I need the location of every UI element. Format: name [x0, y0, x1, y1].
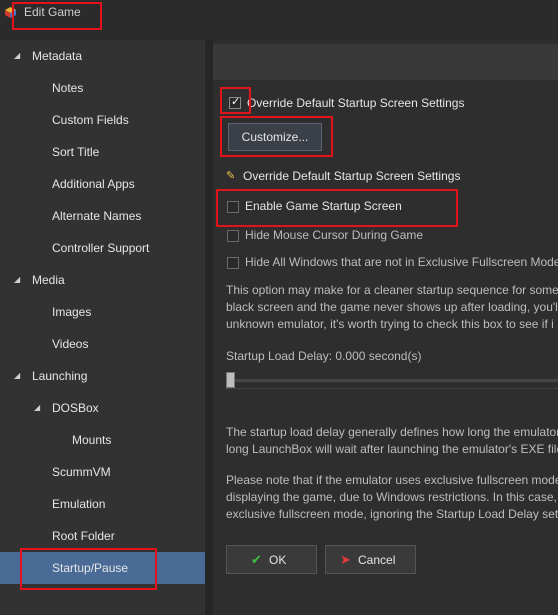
- sidebar-item-label: DOSBox: [52, 401, 99, 415]
- override-checkbox[interactable]: ✓: [229, 96, 241, 109]
- description-line: exclusive fullscreen mode, ignoring the …: [226, 507, 558, 521]
- expand-arrow-icon[interactable]: ◢: [14, 360, 20, 392]
- hide-cursor-label: Hide Mouse Cursor During Game: [245, 228, 424, 242]
- description-line: unknown emulator, it's worth trying to c…: [226, 317, 554, 331]
- description-line: long LaunchBox will wait after launching…: [226, 442, 558, 456]
- cancel-button[interactable]: ➤ Cancel: [325, 545, 416, 574]
- description-line: black screen and the game never shows up…: [226, 300, 558, 314]
- startup-delay-slider-thumb[interactable]: [226, 372, 235, 388]
- sidebar-item-label: Launching: [32, 369, 88, 383]
- startup-delay-slider-track[interactable]: [226, 379, 558, 382]
- sidebar-item-videos[interactable]: Videos: [0, 328, 205, 360]
- description-line: displaying the game, due to Windows rest…: [226, 490, 557, 504]
- expand-arrow-icon[interactable]: ◢: [14, 40, 20, 72]
- content-header: [213, 44, 558, 80]
- sidebar-item-launching[interactable]: ◢ Launching: [0, 360, 205, 392]
- sidebar-item-custom-fields[interactable]: Custom Fields: [0, 104, 205, 136]
- expand-arrow-icon[interactable]: ◢: [14, 264, 20, 296]
- enable-startup-label: Enable Game Startup Screen: [245, 199, 402, 213]
- enable-startup-checkbox[interactable]: [227, 201, 239, 213]
- sidebar-item-label: Controller Support: [52, 241, 150, 255]
- sidebar-item-label: Alternate Names: [52, 209, 142, 223]
- hide-cursor-checkbox[interactable]: [227, 230, 239, 242]
- startup-delay-label: Startup Load Delay: 0.000 second(s): [226, 349, 422, 363]
- pencil-icon: ✎: [226, 170, 236, 182]
- sidebar-item-root-folder[interactable]: Root Folder: [0, 520, 205, 552]
- sidebar-item-label: Videos: [52, 337, 89, 351]
- sidebar-item-label: Startup/Pause: [52, 561, 129, 575]
- sidebar-item-dosbox[interactable]: ◢ DOSBox: [0, 392, 205, 424]
- sidebar-item-label: Media: [32, 273, 65, 287]
- description-line: The startup load delay generally defines…: [226, 425, 558, 439]
- sidebar-item-label: Metadata: [32, 49, 83, 63]
- sidebar-item-label: Images: [52, 305, 92, 319]
- cancel-icon: ➤: [340, 552, 351, 567]
- sidebar-item-label: Root Folder: [52, 529, 115, 543]
- sidebar-item-alternate-names[interactable]: Alternate Names: [0, 200, 205, 232]
- sidebar-item-mounts[interactable]: Mounts: [0, 424, 205, 456]
- window-title: Edit Game: [24, 5, 81, 19]
- slider-ticks: [226, 388, 558, 393]
- check-icon: ✔: [251, 552, 262, 567]
- customize-button[interactable]: Customize...: [228, 123, 322, 151]
- sidebar-item-notes[interactable]: Notes: [0, 72, 205, 104]
- hide-windows-checkbox[interactable]: [227, 257, 239, 269]
- sidebar-item-label: Mounts: [72, 433, 112, 447]
- checkmark-icon: ✓: [231, 96, 241, 108]
- description-line: Please note that if the emulator uses ex…: [226, 473, 558, 487]
- sidebar-item-startup-pause[interactable]: Startup/Pause: [0, 552, 205, 584]
- expand-arrow-icon[interactable]: ◢: [34, 392, 40, 424]
- sidebar-item-label: Custom Fields: [52, 113, 129, 127]
- sidebar-item-controller-support[interactable]: Controller Support: [0, 232, 205, 264]
- sidebar-item-media[interactable]: ◢ Media: [0, 264, 205, 296]
- sidebar-item-emulation[interactable]: Emulation: [0, 488, 205, 520]
- sidebar-item-label: Additional Apps: [52, 177, 135, 191]
- sidebar-item-label: Sort Title: [52, 145, 100, 159]
- title-bar: Edit Game: [0, 0, 558, 34]
- sidebar-item-label: Notes: [52, 81, 84, 95]
- override-label-2: Override Default Startup Screen Settings: [243, 169, 461, 183]
- sidebar-item-images[interactable]: Images: [0, 296, 205, 328]
- sidebar-item-metadata[interactable]: ◢ Metadata: [0, 40, 205, 72]
- sidebar-item-label: ScummVM: [52, 465, 111, 479]
- cancel-label: Cancel: [358, 553, 396, 567]
- sidebar-item-label: Emulation: [52, 497, 106, 511]
- ok-button[interactable]: ✔ OK: [226, 545, 317, 574]
- ok-label: OK: [269, 553, 287, 567]
- sidebar-item-additional-apps[interactable]: Additional Apps: [0, 168, 205, 200]
- hide-windows-label: Hide All Windows that are not in Exclusi…: [245, 255, 558, 269]
- description-line: This option may make for a cleaner start…: [226, 283, 558, 297]
- splitter[interactable]: [205, 40, 213, 615]
- sidebar-item-scummvm[interactable]: ScummVM: [0, 456, 205, 488]
- sidebar-item-sort-title[interactable]: Sort Title: [0, 136, 205, 168]
- override-label: Override Default Startup Screen Settings: [247, 96, 465, 110]
- launchbox-logo-icon: [5, 7, 16, 18]
